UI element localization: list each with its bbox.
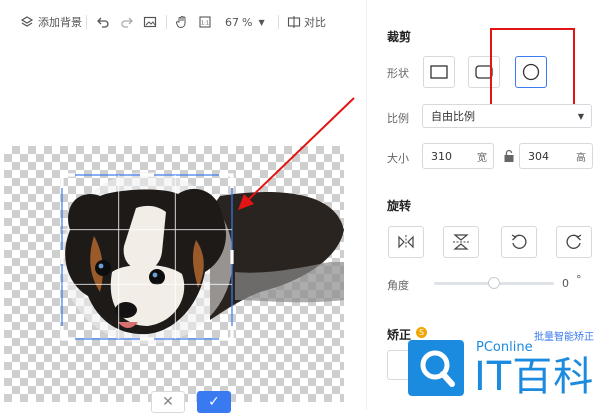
check-icon: ✓	[208, 394, 220, 410]
svg-text:1:1: 1:1	[201, 21, 209, 27]
ratio-label: 比例	[387, 112, 409, 125]
hand-icon	[175, 16, 186, 29]
watermark-brand-large: IT百科	[474, 354, 595, 400]
crop-section-title: 裁剪	[387, 30, 412, 44]
redo-button[interactable]	[120, 12, 134, 32]
angle-unit: °	[576, 273, 582, 286]
toolbar-divider	[166, 15, 167, 29]
ratio-value: 自由比例	[431, 110, 475, 123]
magnifier-icon	[420, 350, 455, 387]
fit-screen-button[interactable]: 1:1	[198, 12, 212, 32]
width-value: 310	[431, 149, 452, 163]
flip-horizontal-icon	[398, 235, 414, 249]
angle-value: 0	[562, 277, 569, 290]
angle-label: 角度	[387, 279, 409, 292]
flip-vertical-button[interactable]	[443, 226, 479, 258]
width-input[interactable]: 310 宽	[422, 143, 494, 169]
toolbar-divider	[86, 15, 87, 29]
image-button[interactable]	[143, 12, 157, 32]
image-icon	[143, 16, 157, 28]
compare-button[interactable]: 对比	[287, 12, 326, 32]
compare-icon	[287, 16, 301, 28]
pconline-logo	[408, 340, 464, 396]
add-background-button[interactable]: 添加背景	[20, 12, 82, 32]
zoom-value: 67	[225, 15, 239, 29]
height-input[interactable]: 304 高	[519, 143, 593, 169]
redo-icon	[121, 17, 133, 28]
rectangle-icon	[430, 65, 448, 79]
rotate-section-title: 旋转	[387, 199, 412, 213]
rotate-left-icon	[511, 234, 527, 249]
canvas-area: ✕ ✓	[0, 44, 366, 413]
undo-icon	[97, 17, 109, 28]
caret-down-icon: ▼	[258, 17, 265, 27]
angle-slider-thumb[interactable]	[488, 277, 500, 289]
unlock-icon	[504, 149, 514, 162]
flip-vertical-icon	[453, 234, 469, 250]
width-unit: 宽	[477, 152, 487, 164]
fit-screen-icon: 1:1	[199, 16, 211, 28]
crop-stage	[60, 97, 355, 344]
premium-icon: S	[416, 327, 427, 338]
hand-tool-button[interactable]	[175, 12, 189, 32]
flip-horizontal-button[interactable]	[388, 226, 424, 258]
zoom-select[interactable]: 67 % ▼	[225, 12, 265, 32]
height-value: 304	[528, 149, 549, 163]
shape-label: 形状	[387, 67, 409, 80]
caret-down-icon: ▼	[577, 111, 584, 121]
zoom-unit: %	[242, 15, 253, 29]
lock-ratio-toggle[interactable]	[503, 149, 515, 166]
shape-rectangle-button[interactable]	[423, 56, 455, 88]
editor-toolbar: 添加背景 1:1 67 % ▼ 对比	[0, 0, 366, 44]
height-unit: 高	[576, 152, 586, 164]
close-icon: ✕	[162, 394, 174, 410]
rotate-right-icon	[566, 234, 582, 249]
rotate-left-button[interactable]	[501, 226, 537, 258]
size-label: 大小	[387, 152, 409, 165]
compare-label: 对比	[304, 16, 326, 29]
toolbar-divider	[278, 15, 279, 29]
batch-correct-link[interactable]: 批量智能矫正	[534, 328, 594, 343]
annotation-arrow	[238, 97, 355, 210]
layers-icon	[20, 16, 34, 27]
add-background-label: 添加背景	[38, 16, 82, 29]
undo-button[interactable]	[96, 12, 110, 32]
rotate-right-button[interactable]	[556, 226, 592, 258]
ratio-select[interactable]: 自由比例 ▼	[422, 104, 592, 128]
